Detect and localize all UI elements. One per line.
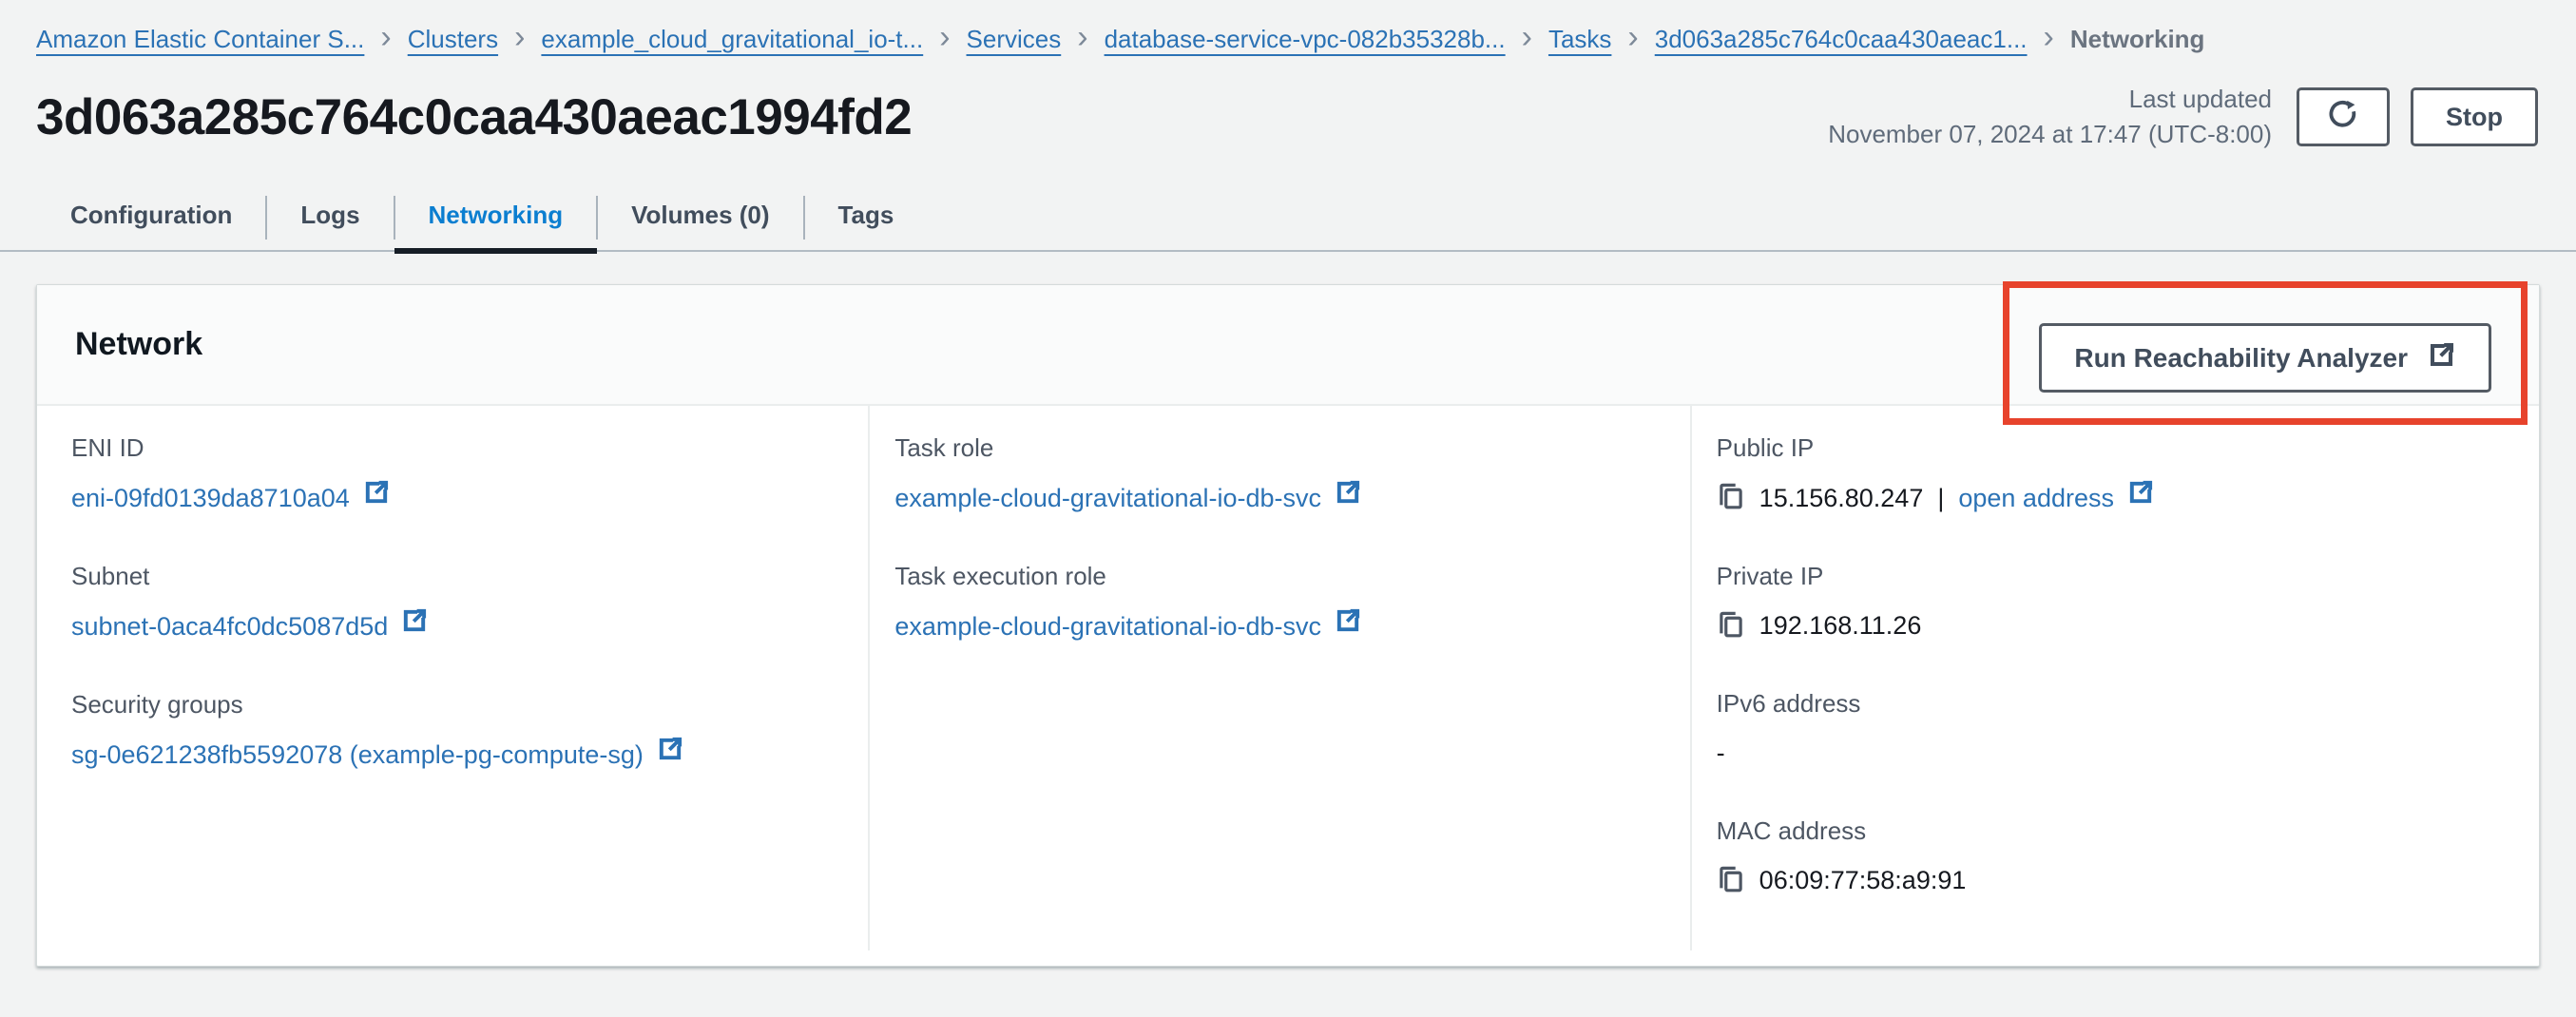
network-column-right: Public IP 15.156.80.247 | open addre: [1690, 406, 2539, 950]
page-header-actions: Last updated November 07, 2024 at 17:47 …: [1828, 82, 2538, 152]
task-role-link[interactable]: example-cloud-gravitational-io-db-svc: [894, 478, 1362, 517]
breadcrumb-current-networking: Networking: [2070, 21, 2205, 57]
copy-icon: [1717, 865, 1745, 896]
tab-tags[interactable]: Tags: [804, 184, 929, 254]
value-separator: |: [1937, 479, 1944, 517]
breadcrumb-separator-icon: ›: [1522, 23, 1532, 51]
field-subnet: Subnet subnet-0aca4fc0dc5087d5d: [71, 559, 845, 645]
copy-mac-address-button[interactable]: [1717, 865, 1745, 896]
field-label: Task execution role: [894, 559, 1666, 594]
task-role-value: example-cloud-gravitational-io-db-svc: [894, 479, 1321, 517]
external-link-icon: [1334, 606, 1362, 645]
breadcrumb-link-ecs[interactable]: Amazon Elastic Container S...: [36, 21, 364, 57]
field-label: Public IP: [1717, 431, 2516, 466]
last-updated: Last updated November 07, 2024 at 17:47 …: [1828, 82, 2272, 152]
page-header: 3d063a285c764c0caa430aeac1994fd2 Last up…: [36, 82, 2538, 152]
field-label: ENI ID: [71, 431, 845, 466]
copy-icon: [1717, 482, 1745, 513]
mac-address-value: 06:09:77:58:a9:91: [1759, 861, 1967, 899]
tab-bar: Configuration Logs Networking Volumes (0…: [0, 184, 2576, 252]
external-link-icon: [656, 735, 684, 774]
breadcrumb-link-service-name[interactable]: database-service-vpc-082b35328b...: [1105, 21, 1506, 57]
field-label: IPv6 address: [1717, 686, 2516, 721]
field-label: Private IP: [1717, 559, 2516, 594]
breadcrumb-link-task-id[interactable]: 3d063a285c764c0caa430aeac1...: [1655, 21, 2028, 57]
copy-icon: [1717, 610, 1745, 642]
tab-networking[interactable]: Networking: [394, 184, 598, 254]
refresh-icon: [2326, 97, 2360, 138]
field-task-role: Task role example-cloud-gravitational-io…: [894, 431, 1666, 517]
external-link-icon: [2126, 478, 2155, 517]
field-label: Security groups: [71, 687, 845, 722]
breadcrumb-separator-icon: ›: [939, 23, 950, 51]
field-label: Task role: [894, 431, 1666, 466]
last-updated-label: Last updated: [1828, 82, 2272, 117]
field-security-groups: Security groups sg-0e621238fb5592078 (ex…: [71, 687, 845, 774]
breadcrumb-link-clusters[interactable]: Clusters: [408, 21, 498, 57]
open-address-link[interactable]: open address: [1958, 478, 2155, 517]
tab-volumes[interactable]: Volumes (0): [597, 184, 803, 254]
eni-id-value: eni-09fd0139da8710a04: [71, 479, 350, 517]
external-link-icon: [362, 478, 391, 517]
breadcrumb-separator-icon: ›: [2044, 23, 2054, 51]
breadcrumb-link-tasks[interactable]: Tasks: [1548, 21, 1611, 57]
breadcrumb-separator-icon: ›: [1627, 23, 1638, 51]
task-execution-role-link[interactable]: example-cloud-gravitational-io-db-svc: [894, 606, 1362, 645]
tab-logs[interactable]: Logs: [266, 184, 394, 254]
copy-public-ip-button[interactable]: [1717, 482, 1745, 513]
field-ipv6-address: IPv6 address -: [1717, 686, 2516, 772]
field-mac-address: MAC address 06:09:77:58:a9:91: [1717, 814, 2516, 899]
field-label: Subnet: [71, 559, 845, 594]
breadcrumb-separator-icon: ›: [1077, 23, 1087, 51]
run-reachability-analyzer-label: Run Reachability Analyzer: [2074, 343, 2408, 374]
open-address-label: open address: [1958, 479, 2114, 517]
public-ip-value: 15.156.80.247: [1759, 479, 1924, 517]
field-private-ip: Private IP 192.168.11.26: [1717, 559, 2516, 644]
network-column-left: ENI ID eni-09fd0139da8710a04 Subnet: [37, 406, 868, 950]
refresh-button[interactable]: [2297, 87, 2390, 146]
network-panel-body: ENI ID eni-09fd0139da8710a04 Subnet: [37, 406, 2539, 966]
network-panel: Network Run Reachability Analyzer ENI ID…: [36, 284, 2540, 967]
private-ip-value: 192.168.11.26: [1759, 606, 1922, 644]
tab-configuration[interactable]: Configuration: [36, 184, 266, 254]
ipv6-value: -: [1717, 734, 1725, 772]
copy-private-ip-button[interactable]: [1717, 610, 1745, 642]
field-label: MAC address: [1717, 814, 2516, 849]
security-group-link[interactable]: sg-0e621238fb5592078 (example-pg-compute…: [71, 735, 684, 774]
breadcrumb-link-services[interactable]: Services: [967, 21, 1062, 57]
field-eni-id: ENI ID eni-09fd0139da8710a04: [71, 431, 845, 517]
external-link-icon: [1334, 478, 1362, 517]
network-column-middle: Task role example-cloud-gravitational-io…: [868, 406, 1689, 950]
stop-button[interactable]: Stop: [2411, 87, 2538, 146]
page-title: 3d063a285c764c0caa430aeac1994fd2: [36, 88, 912, 146]
task-execution-role-value: example-cloud-gravitational-io-db-svc: [894, 607, 1321, 645]
run-reachability-analyzer-button[interactable]: Run Reachability Analyzer: [2039, 323, 2491, 393]
last-updated-value: November 07, 2024 at 17:47 (UTC-8:00): [1828, 117, 2272, 152]
subnet-link[interactable]: subnet-0aca4fc0dc5087d5d: [71, 606, 429, 645]
breadcrumb-separator-icon: ›: [380, 23, 391, 51]
eni-id-link[interactable]: eni-09fd0139da8710a04: [71, 478, 391, 517]
external-link-icon: [2423, 340, 2456, 376]
external-link-icon: [400, 606, 429, 645]
highlight-annotation-box: Run Reachability Analyzer: [2003, 281, 2528, 425]
breadcrumb-separator-icon: ›: [514, 23, 525, 51]
field-task-execution-role: Task execution role example-cloud-gravit…: [894, 559, 1666, 645]
subnet-value: subnet-0aca4fc0dc5087d5d: [71, 607, 388, 645]
security-group-value: sg-0e621238fb5592078 (example-pg-compute…: [71, 736, 644, 774]
breadcrumb: Amazon Elastic Container S... › Clusters…: [0, 0, 2576, 57]
network-panel-title: Network: [75, 326, 202, 363]
field-public-ip: Public IP 15.156.80.247 | open addre: [1717, 431, 2516, 517]
breadcrumb-link-cluster-name[interactable]: example_cloud_gravitational_io-t...: [541, 21, 923, 57]
